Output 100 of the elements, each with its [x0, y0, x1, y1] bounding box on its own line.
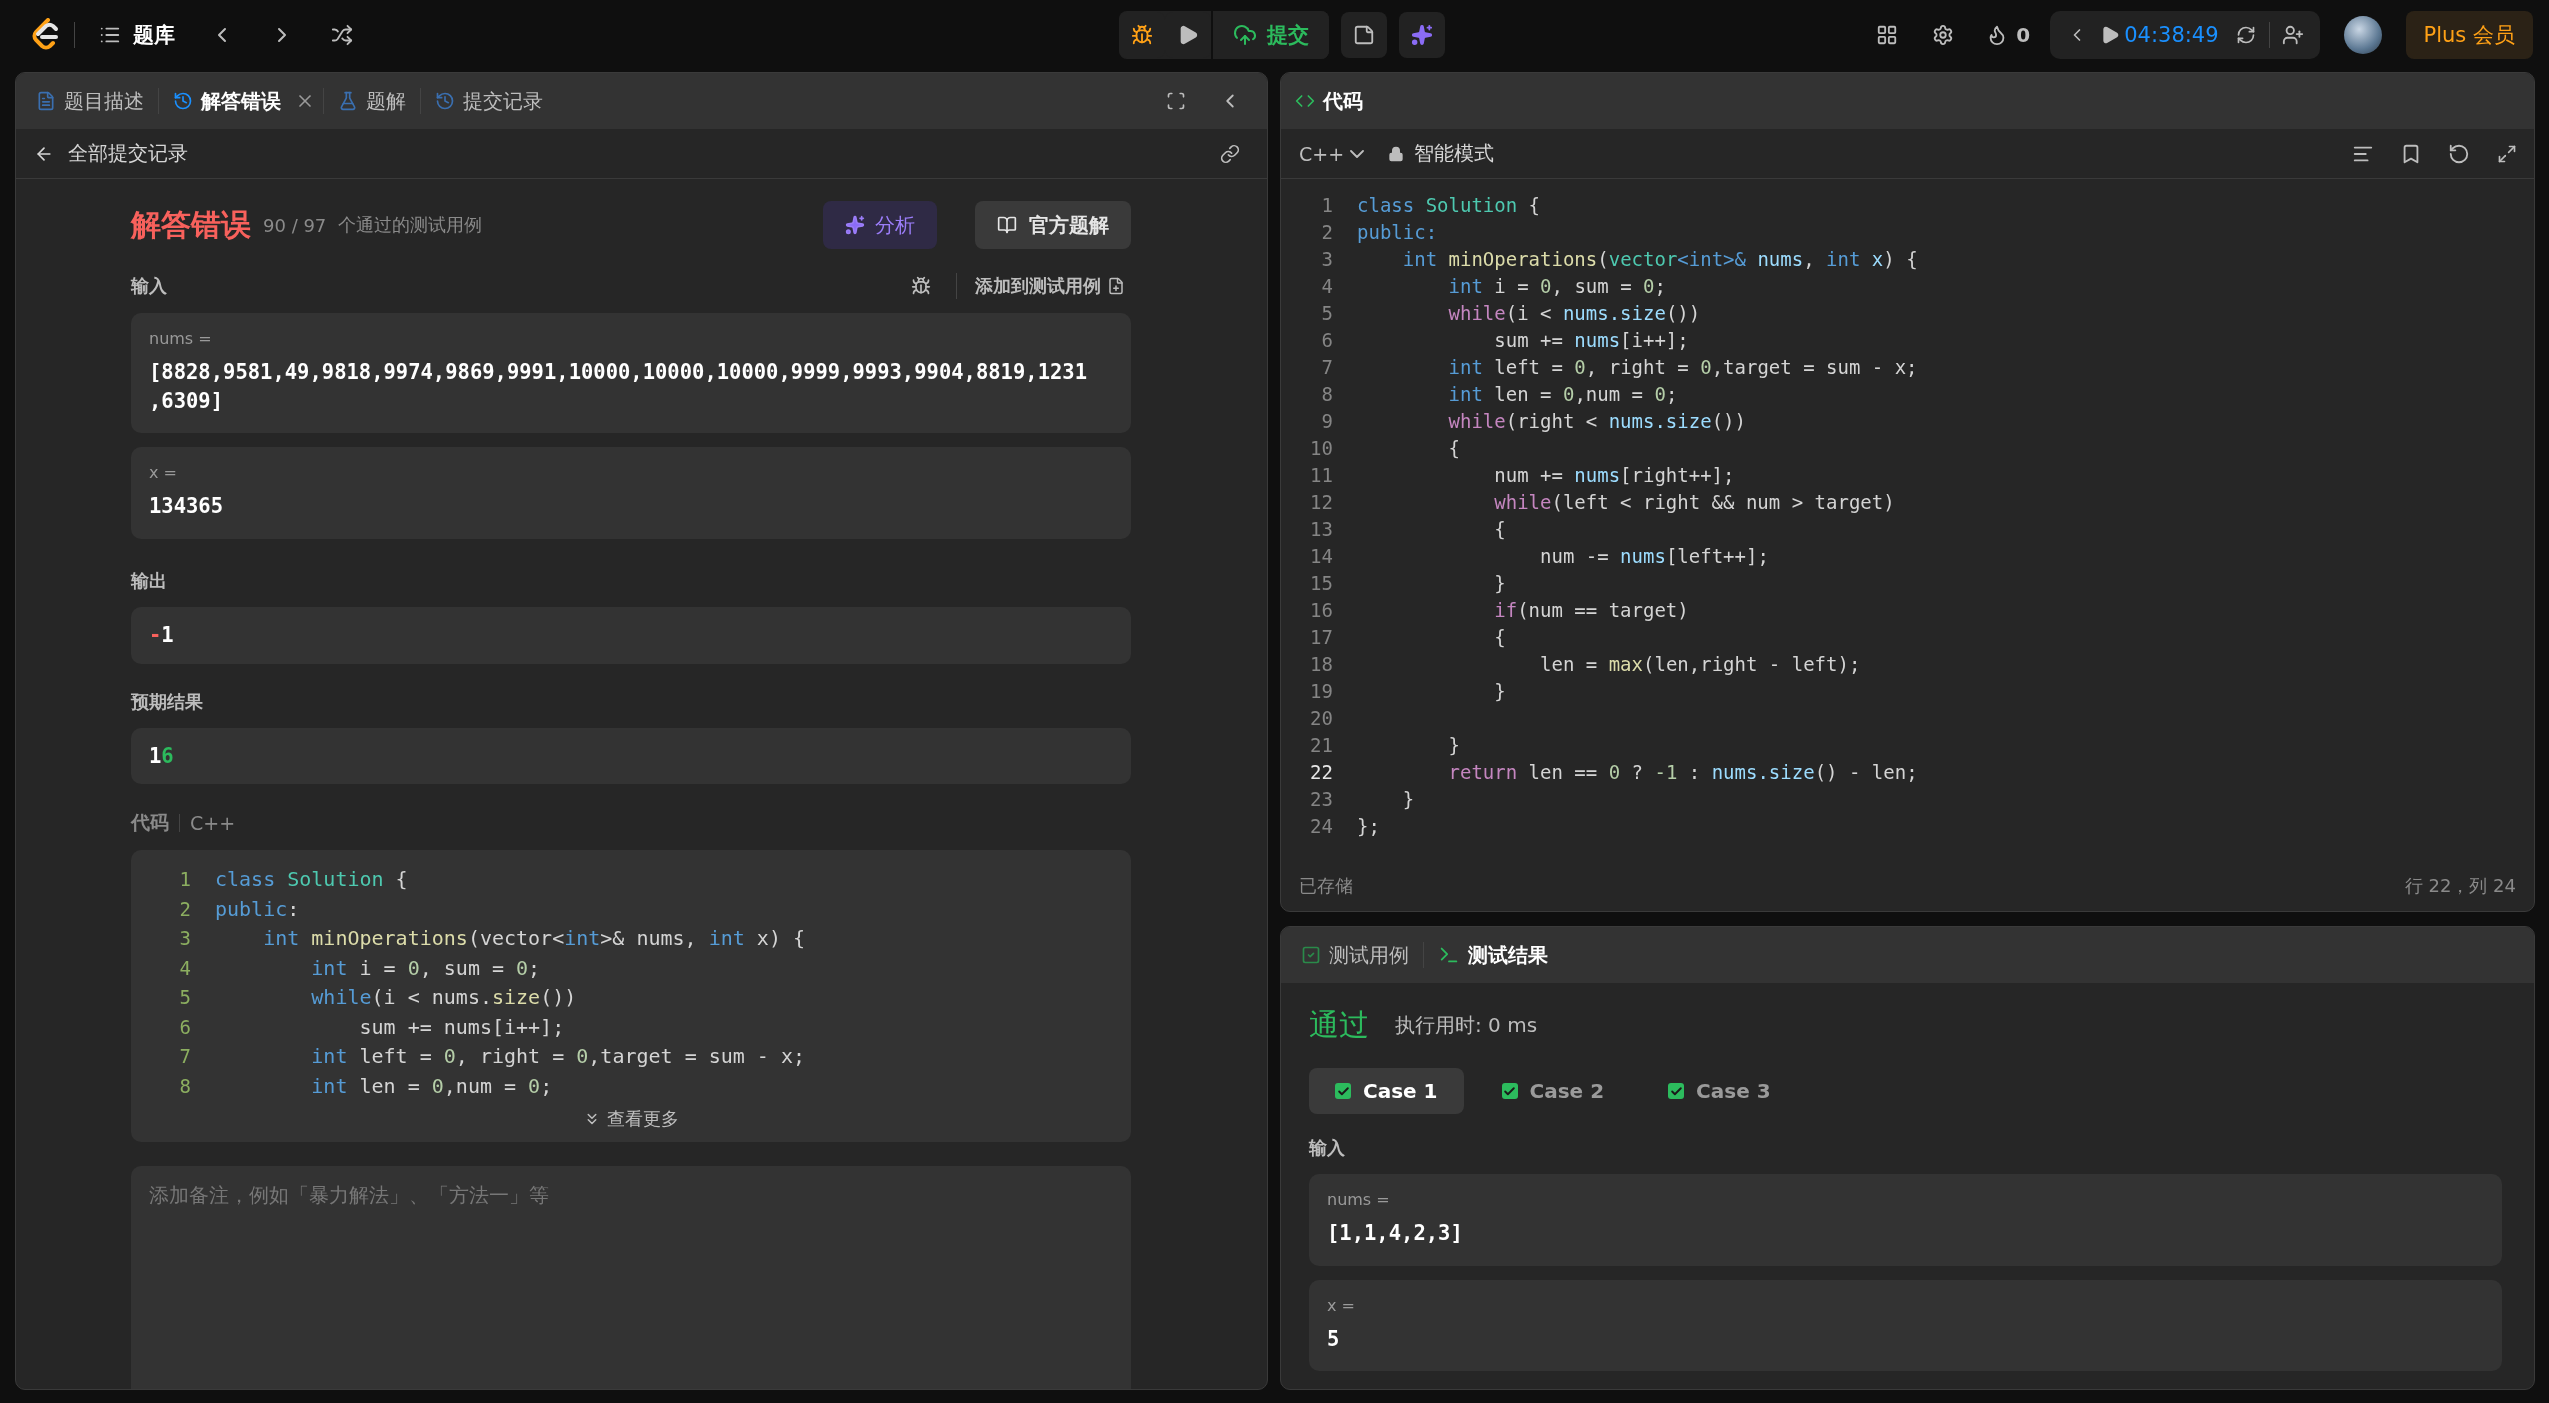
line-number: 6 — [178, 1015, 191, 1038]
line-number: 21 — [1309, 733, 1333, 756]
variable-name: x = — [149, 463, 178, 483]
code-line: int len = 0,num = 0; — [1447, 382, 1679, 405]
result-status: 通过 — [1309, 1006, 1369, 1044]
timer-text: 04:38:49 — [2123, 23, 2220, 47]
line-number: 8 — [178, 1074, 191, 1097]
show-more-button[interactable]: 查看更多 — [577, 1106, 685, 1133]
plus-member-button[interactable]: Plus 会员 — [2405, 11, 2533, 59]
streak-button[interactable]: 0 — [1976, 12, 2041, 58]
history-icon — [435, 91, 455, 111]
panel-tab[interactable]: 解答错误 — [167, 87, 287, 115]
code-line: }; — [1357, 814, 1381, 837]
mode-label: 智能模式 — [1414, 140, 1495, 167]
analyze-button[interactable]: 分析 — [823, 201, 937, 249]
note-field[interactable]: 添加备注，例如「暴力解法」、「方法一」等 — [131, 1166, 1131, 1389]
panel-tab[interactable]: 提交记录 — [429, 87, 549, 115]
fullscreen-icon — [1166, 91, 1186, 111]
section-label: 输入 — [131, 274, 167, 298]
line-number: 4 — [178, 956, 191, 979]
code-line: return len == 0 ? -1 : nums.size() - len; — [1447, 760, 1919, 783]
file-icon — [1107, 277, 1125, 295]
line-number: 15 — [1309, 571, 1333, 594]
code-line: num -= nums[left++]; — [1539, 544, 1770, 567]
line-number: 3 — [178, 927, 191, 950]
line-number: 18 — [1309, 652, 1333, 675]
panel-tab[interactable]: 题解 — [332, 87, 412, 115]
bug-icon — [911, 276, 931, 296]
code-line: int minOperations(vector<int>& nums, int x) { — [1401, 247, 1919, 270]
line-number: 4 — [1320, 274, 1333, 297]
passed-label: 个通过的测试用例 — [338, 213, 483, 237]
variable-name: x = — [1327, 1295, 1356, 1315]
refresh-icon — [2235, 25, 2256, 45]
code-line: class Solution { — [1357, 193, 1542, 216]
cloud-upload-icon — [1232, 23, 1257, 47]
code-line: sum += nums[i++]; — [358, 1014, 566, 1039]
panel-tab[interactable]: 测试用例 — [1295, 941, 1415, 969]
official-solution-button[interactable]: 官方题解 — [975, 201, 1131, 249]
code-line: int i = 0, sum = 0; — [1447, 274, 1667, 297]
case-tab[interactable]: Case 3 — [1642, 1068, 1797, 1114]
sparkles-icon — [845, 215, 865, 235]
note-button[interactable] — [1340, 12, 1387, 58]
section-label: 输出 — [131, 569, 168, 594]
case-tab[interactable]: Case 1 — [1309, 1068, 1464, 1114]
line-number: 16 — [1309, 598, 1333, 621]
submit-button[interactable]: 提交 — [1210, 11, 1329, 59]
code-line: if(num == target) — [1493, 598, 1690, 621]
line-number: 8 — [1320, 382, 1333, 405]
document-icon — [36, 91, 56, 111]
line-number: 14 — [1309, 544, 1333, 567]
line-number: 5 — [1320, 301, 1333, 324]
sparkles-icon — [1410, 24, 1433, 46]
code-line: class Solution { — [215, 867, 409, 892]
avatar[interactable] — [2343, 16, 2382, 54]
code-line: while(left < right && num > target) — [1493, 490, 1896, 513]
code-line: { — [1493, 625, 1507, 648]
variable-value: 5 — [1327, 1325, 1341, 1353]
bug-icon — [1130, 24, 1153, 46]
line-number: 23 — [1309, 787, 1333, 810]
code-line: int left = 0, right = 0,target = sum - x; — [310, 1044, 807, 1069]
problem-list-button[interactable]: 题库 — [89, 21, 185, 49]
panel-tab[interactable]: 测试结果 — [1432, 941, 1554, 969]
panel-tab[interactable]: 题目描述 — [30, 87, 150, 115]
line-number: 20 — [1309, 706, 1333, 729]
checkbox-icon — [1301, 945, 1321, 965]
case-tab[interactable]: Case 2 — [1475, 1068, 1631, 1114]
language-select[interactable]: C++ — [1293, 141, 1371, 166]
user-plus-icon — [2281, 24, 2304, 46]
variable-value: 134365 — [149, 493, 225, 521]
panel-title: 代码 — [1323, 87, 1363, 115]
play-icon[interactable] — [2100, 25, 2121, 45]
saved-status: 已存储 — [1299, 874, 1353, 898]
line-number: 19 — [1309, 679, 1333, 702]
variable-name: nums = — [1327, 1190, 1391, 1209]
code-line: { — [1447, 436, 1461, 459]
line-number: 7 — [1320, 355, 1333, 378]
grid-icon — [1876, 24, 1899, 46]
back-link[interactable]: 全部提交记录 — [30, 140, 192, 167]
chevron-down-icon — [1350, 149, 1365, 158]
shuffle-icon — [331, 24, 353, 46]
lock-icon — [1388, 145, 1405, 162]
undo-icon — [2448, 142, 2470, 165]
line-number: 12 — [1309, 490, 1333, 513]
line-number: 24 — [1309, 814, 1333, 837]
code-line: int left = 0, right = 0,target = sum - x; — [1447, 355, 1919, 378]
note-icon — [1352, 24, 1375, 46]
code-line: while(i < nums.size()) — [310, 985, 578, 1010]
variable-value: [1,1,4,2,3] — [1327, 1220, 1464, 1247]
ai-button[interactable] — [1398, 12, 1445, 58]
variable-value: [8828,9581,49,9818,9974,9869,9991,10000,10000,10000,9999,9993,9904,8819,1231,6309] — [149, 359, 1088, 415]
line-number: 9 — [1320, 409, 1333, 432]
line-number: 10 — [1309, 436, 1333, 459]
code-line: public: — [1357, 220, 1439, 243]
logo-icon[interactable] — [30, 18, 60, 52]
code-line: int i = 0, sum = 0; — [310, 955, 542, 980]
add-testcase-button[interactable]: 添加到测试用例 — [969, 273, 1131, 299]
line-number: 1 — [1320, 193, 1333, 216]
variable-name: nums = — [149, 329, 213, 348]
expand-icon — [2497, 143, 2517, 164]
code-line: len = max(len,right - left); — [1539, 652, 1862, 675]
